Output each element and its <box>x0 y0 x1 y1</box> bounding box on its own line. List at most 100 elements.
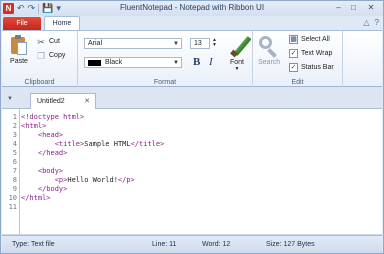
line-number: 4 <box>12 140 17 148</box>
code-text: <head> <box>21 131 63 140</box>
code-line: 11 <box>2 203 382 212</box>
minimize-button[interactable]: – <box>331 1 346 14</box>
code-line: 3 <head> <box>2 131 382 140</box>
color-swatch <box>88 59 101 66</box>
window-title: FluentNotepad - Notepad with Ribbon UI <box>119 3 265 12</box>
scissors-icon: ✂ <box>37 36 45 47</box>
italic-button[interactable]: I <box>209 56 213 68</box>
font-name-select[interactable]: Arial ▼ <box>84 38 182 49</box>
line-number: 2 <box>12 122 17 130</box>
status-file-size: Size: 127 Bytes <box>266 241 315 248</box>
code-line: 8 <p>Hello World!</p> <box>2 176 382 185</box>
tab-list-dropdown-icon[interactable]: ▼ <box>7 96 13 102</box>
close-button[interactable]: ✕ <box>361 1 381 14</box>
edit-group: Search ▦ Select All ✓ Text Wrap ✓ Status… <box>253 31 343 87</box>
tab-file[interactable]: File <box>3 17 41 30</box>
format-group-label: Format <box>153 79 177 86</box>
font-button-label: Font <box>230 59 245 66</box>
ribbon-extras: △ ? <box>363 18 379 27</box>
window-controls: – □ ✕ <box>331 1 381 14</box>
html-tag-token: <body> <box>37 167 64 175</box>
maximize-button[interactable]: □ <box>346 1 361 14</box>
status-bar-label: Status Bar <box>301 64 334 71</box>
spin-down-icon[interactable]: ▼ <box>212 43 217 48</box>
select-all-label: Select All <box>301 36 330 43</box>
search-button-label[interactable]: Search <box>258 57 280 68</box>
code-line: 1 <!doctype html> <box>2 113 382 122</box>
paste-button[interactable]: Paste <box>6 34 32 72</box>
code-line: 10 </html> <box>2 194 382 203</box>
line-number: 5 <box>12 149 17 157</box>
text-wrap-checkbox[interactable]: ✓ Text Wrap <box>289 49 332 58</box>
font-name-value: Arial <box>88 40 103 47</box>
document-tab-strip: ▼ Untitled2 ✕ <box>2 87 382 109</box>
line-number: 11 <box>8 203 17 211</box>
line-number: 10 <box>8 194 17 202</box>
code-line: 7 <body> <box>2 167 382 176</box>
app-window: N ↶ ↷ 💾 ▾ FluentNotepad - Notepad with R… <box>0 0 384 254</box>
color-select[interactable]: Black ▼ <box>84 57 182 68</box>
status-file-type: Type: Text file <box>12 241 55 248</box>
document-tab[interactable]: Untitled2 ✕ <box>30 93 96 109</box>
clipboard-group-label: Clipboard <box>24 79 55 86</box>
html-tag-token: </title> <box>130 140 165 148</box>
code-line: 6 <box>2 158 382 167</box>
document-tab-label: Untitled2 <box>37 98 65 105</box>
text-token: Sample HTML <box>84 140 131 148</box>
code-line: 5 </head> <box>2 149 382 158</box>
html-tag-token: <p> <box>54 176 68 184</box>
font-size-value: 13 <box>194 40 202 47</box>
html-tag-token: <html> <box>21 122 47 130</box>
code-text: <p>Hello World!</p> <box>21 176 135 185</box>
font-size-spinner[interactable]: ▲ ▼ <box>212 38 217 48</box>
select-all-icon: ▦ <box>289 35 298 44</box>
copy-button[interactable]: ❐ Copy <box>36 50 65 61</box>
html-tag-token: </body> <box>37 185 68 193</box>
paste-label: Paste <box>10 58 28 65</box>
line-number: 3 <box>12 131 17 139</box>
select-all-button[interactable]: ▦ Select All <box>289 35 330 44</box>
cut-button[interactable]: ✂ Cut <box>36 36 60 47</box>
line-number: 6 <box>12 158 17 166</box>
html-tag-token: <!doctype html> <box>21 113 85 121</box>
html-tag-token: <title> <box>54 140 85 148</box>
html-tag-token: </p> <box>117 176 135 184</box>
code-text: </html> <box>21 194 51 203</box>
close-tab-icon[interactable]: ✕ <box>84 97 90 105</box>
copy-icon: ❐ <box>36 50 46 61</box>
format-group: Arial ▼ 13 ▲ ▼ Black ▼ B I Font ▼ Format <box>78 31 253 87</box>
help-icon[interactable]: ? <box>375 18 379 27</box>
checkmark-icon: ✓ <box>289 63 298 72</box>
chevron-down-icon: ▼ <box>173 41 179 47</box>
ribbon: Paste ✂ Cut ❐ Copy Clipboard Arial ▼ 13 … <box>2 30 382 87</box>
bold-button[interactable]: B <box>193 56 200 68</box>
html-tag-token: </head> <box>37 149 68 157</box>
html-tag-token: </html> <box>21 194 51 202</box>
text-token: Hello World! <box>67 176 118 184</box>
font-button[interactable]: Font ▼ <box>230 59 244 79</box>
status-bar-checkbox[interactable]: ✓ Status Bar <box>289 63 334 72</box>
text-editor[interactable]: 1 <!doctype html> 2 <html> 3 <head> 4 <title>… <box>2 109 382 235</box>
code-text: <!doctype html> <box>21 113 84 122</box>
chevron-down-icon: ▼ <box>173 60 179 66</box>
font-size-input[interactable]: 13 <box>190 38 210 49</box>
ribbon-tabs: File Home △ ? <box>1 16 383 30</box>
collapse-ribbon-icon[interactable]: △ <box>363 18 369 27</box>
title-bar: N ↶ ↷ 💾 ▾ FluentNotepad - Notepad with R… <box>1 1 383 16</box>
font-pen-icon[interactable] <box>230 35 252 58</box>
tab-home[interactable]: Home <box>44 16 80 30</box>
line-number: 1 <box>12 113 17 121</box>
edit-group-label: Edit <box>291 79 304 86</box>
search-icon[interactable] <box>259 36 279 58</box>
color-name-value: Black <box>105 59 123 66</box>
status-bar: Type: Text file Line: 11 Word: 12 Size: … <box>2 235 382 253</box>
code-text: <html> <box>21 122 46 131</box>
copy-label: Copy <box>49 52 66 59</box>
code-text: <body> <box>21 167 63 176</box>
code-line: 4 <title>Sample HTML</title> <box>2 140 382 149</box>
